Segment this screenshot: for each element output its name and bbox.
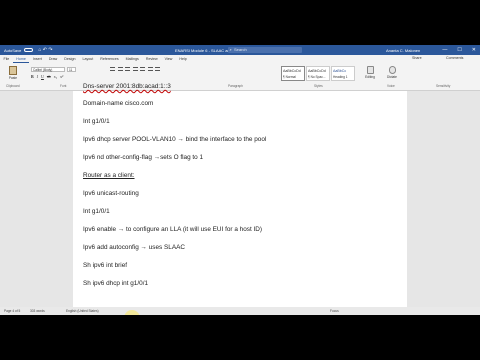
sort-icon[interactable] (147, 67, 153, 71)
microphone-icon (388, 66, 396, 74)
strikethrough-button[interactable]: ab (47, 74, 51, 79)
numbering-icon[interactable] (117, 67, 123, 71)
find-icon (366, 66, 374, 74)
language-indicator[interactable]: English (United States) (66, 307, 99, 315)
search-box[interactable]: ⌕ Search (228, 47, 302, 53)
autosave-toggle[interactable] (24, 48, 34, 52)
format-buttons: B I U ab x₂ x² (31, 74, 63, 79)
clipboard-icon (9, 66, 17, 75)
doc-line: Sh ipv6 int brief (83, 262, 128, 269)
paste-label: Paste (8, 76, 18, 80)
tab-references[interactable]: References (97, 55, 122, 63)
user-name[interactable]: Ananta C. Malonen (386, 48, 420, 53)
search-icon: ⌕ (229, 47, 232, 52)
quick-access-toolbar[interactable]: ⌂ ↶ ↷ (38, 47, 52, 53)
tab-design[interactable]: Design (61, 55, 79, 63)
font-name-select[interactable]: Calibri (Body) (31, 67, 65, 72)
page-count[interactable]: Page 4 of 5 (4, 307, 20, 315)
paragraph-controls (110, 67, 160, 71)
share-button[interactable]: Share (412, 56, 422, 60)
doc-line: Ipv6 dhcp server POOL-VLAN10 → bind the … (83, 136, 267, 143)
underline-button[interactable]: U (41, 74, 44, 79)
style-heading-1[interactable]: AaBbCc Heading 1 (331, 66, 355, 81)
multilevel-list-icon[interactable] (125, 67, 130, 71)
doc-line: Sh ipv6 dhcp int g1/0/1 (83, 280, 149, 287)
search-placeholder: Search (234, 47, 247, 52)
tab-layout[interactable]: Layout (79, 55, 97, 63)
doc-line: Ipv6 add autoconfig → uses SLAAC (83, 244, 185, 251)
comments-button[interactable]: Comments (446, 56, 463, 60)
title-bar: AutoSave ⌂ ↶ ↷ ENARSI Module 6 - SLAAC a… (0, 45, 480, 55)
doc-line: Ipv6 nd other-config-flag →sets O flag t… (83, 154, 204, 161)
font-group-label: Font (60, 84, 67, 88)
ribbon-tabs: File Home Insert Draw Design Layout Refe… (0, 55, 480, 63)
styles-group-label: Styles (314, 84, 323, 88)
paste-button[interactable]: Paste (6, 66, 20, 80)
tab-insert[interactable]: Insert (29, 55, 45, 63)
clipboard-group-label: Clipboard (6, 84, 20, 88)
doc-heading: Router as a client: (83, 172, 135, 179)
doc-line: Ipv6 unicast-routing (83, 190, 139, 197)
font-size-select[interactable]: 11 (67, 67, 76, 72)
styles-gallery: AaBbCcDd ¶ Normal AaBbCcDd ¶ No Spac... … (281, 66, 355, 81)
show-marks-icon[interactable] (155, 67, 160, 71)
bold-button[interactable]: B (31, 74, 34, 79)
dictate-button[interactable]: Dictate (385, 66, 399, 79)
minimize-icon[interactable]: — (442, 47, 447, 53)
tab-file[interactable]: File (0, 55, 13, 63)
autosave-label: AutoSave (4, 47, 22, 53)
doc-line: Domain-name cisco.com (83, 100, 154, 107)
doc-line: Dns-server 2001:8db:acad:1::3 (83, 83, 171, 90)
tab-view[interactable]: View (161, 55, 176, 63)
sensitivity-group-label: Sensitivity (436, 84, 451, 88)
tab-review[interactable]: Review (142, 55, 161, 63)
tab-help[interactable]: Help (176, 55, 190, 63)
document-page[interactable]: Dns-server 2001:8db:acad:1::3 Domain-nam… (73, 83, 407, 315)
paragraph-group-label: Paragraph (228, 84, 243, 88)
word-window: AutoSave ⌂ ↶ ↷ ENARSI Module 6 - SLAAC a… (0, 45, 480, 315)
superscript-button[interactable]: x² (60, 74, 63, 79)
word-count[interactable]: 303 words (30, 307, 45, 315)
maximize-icon[interactable]: ☐ (457, 47, 461, 53)
bullets-icon[interactable] (110, 67, 115, 71)
tab-home[interactable]: Home (12, 55, 30, 63)
doc-line: Int g1/0/1 (83, 208, 110, 215)
focus-mode-button[interactable]: Focus (330, 307, 339, 315)
tab-mailings[interactable]: Mailings (122, 55, 142, 63)
ribbon: Paste Clipboard Calibri (Body) 11 B I U … (0, 63, 480, 91)
subscript-button[interactable]: x₂ (54, 74, 57, 79)
italic-button[interactable]: I (37, 74, 38, 79)
doc-line: Ipv6 enable → to configure an LLA (it wi… (83, 226, 263, 233)
style-no-spacing[interactable]: AaBbCcDd ¶ No Spac... (306, 66, 330, 81)
decrease-indent-icon[interactable] (132, 67, 138, 71)
voice-group-label: Voice (387, 84, 395, 88)
tab-draw[interactable]: Draw (45, 55, 60, 63)
close-icon[interactable]: ✕ (472, 47, 476, 53)
doc-line: Int g1/0/1 (83, 118, 110, 125)
increase-indent-icon[interactable] (140, 67, 145, 71)
style-normal[interactable]: AaBbCcDd ¶ Normal (281, 66, 305, 81)
status-bar: Page 4 of 5 303 words English (United St… (0, 307, 480, 315)
editing-button[interactable]: Editing (364, 66, 376, 79)
